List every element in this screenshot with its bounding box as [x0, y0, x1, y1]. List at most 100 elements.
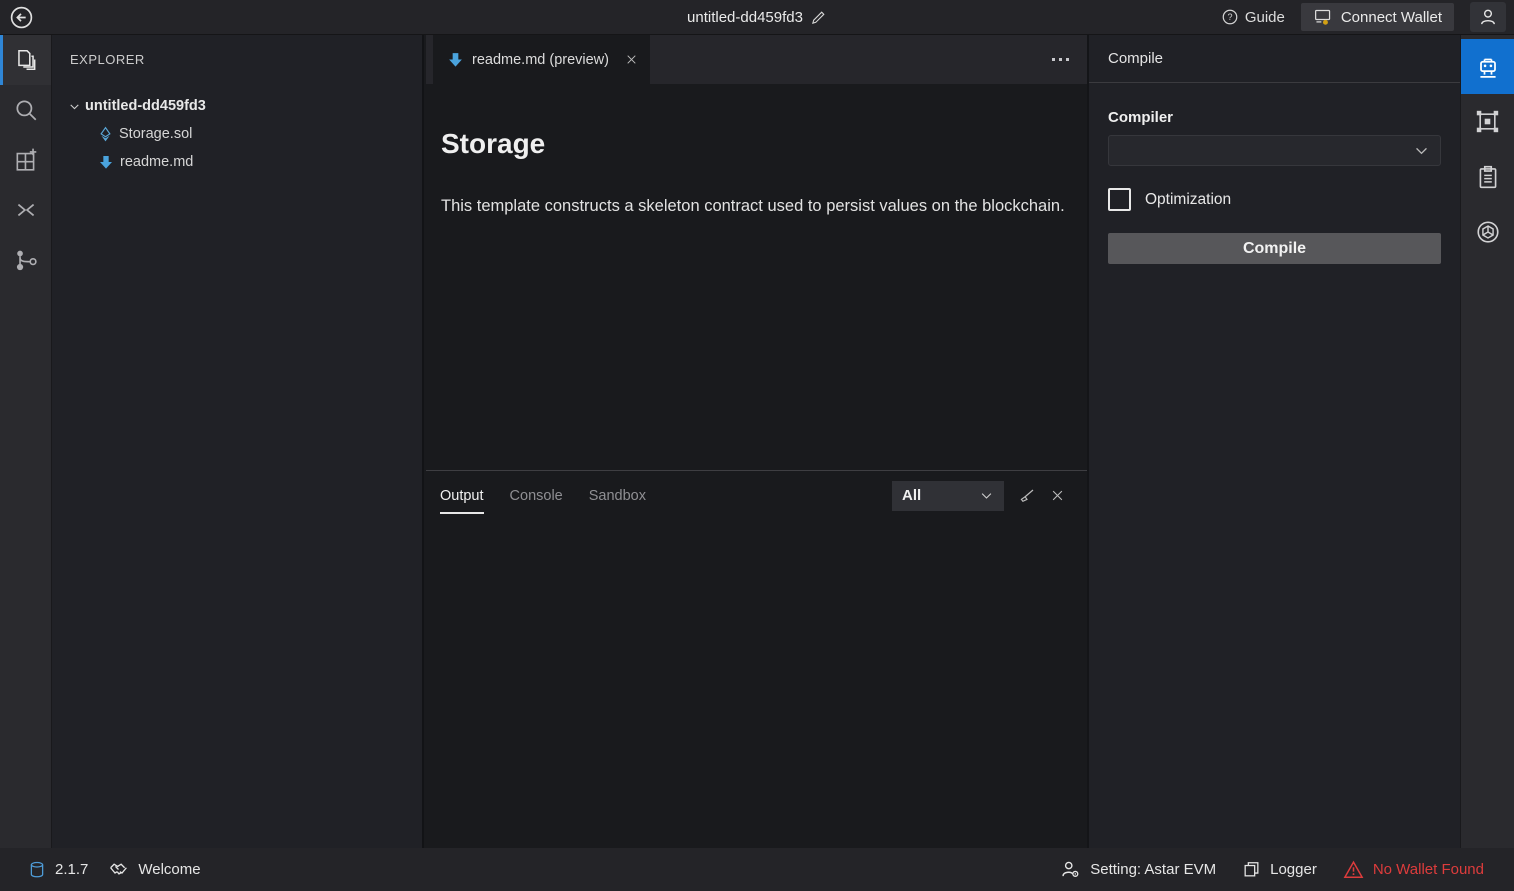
database-icon [28, 860, 46, 880]
bottom-panel-tabs: Output Console Sandbox All [426, 471, 1087, 520]
version-item: 2.1.7 [28, 860, 88, 880]
connect-wallet-button[interactable]: Connect Wallet [1301, 3, 1454, 31]
panel-tab-sandbox[interactable]: Sandbox [589, 471, 646, 520]
compiler-label: Compiler [1108, 109, 1441, 126]
close-icon [1050, 488, 1065, 503]
openai-icon [1475, 219, 1501, 245]
clipboard-icon [1475, 164, 1501, 190]
panel-tab-output[interactable]: Output [440, 471, 484, 520]
file-tree: untitled-dd459fd3 Storage.sol readme.md [52, 84, 422, 176]
optimization-label: Optimization [1145, 191, 1231, 209]
file-name: readme.md [120, 154, 193, 170]
guide-button[interactable]: ? Guide [1221, 8, 1285, 26]
status-bar: 2.1.7 Welcome Setting: Astar EVM Logger … [0, 848, 1514, 891]
chevron-down-icon [66, 100, 82, 113]
topbar-right: ? Guide Connect Wallet [1221, 2, 1506, 32]
activity-item-plugins[interactable] [0, 135, 51, 185]
statusbar-left: 2.1.7 Welcome [28, 859, 201, 880]
ports-icon [13, 197, 39, 223]
activity-item-audit[interactable] [1461, 149, 1514, 204]
logger-copy-icon [1242, 860, 1261, 879]
markdown-preview: Storage This template constructs a skele… [426, 84, 1087, 470]
robot-compiler-icon [1474, 53, 1502, 81]
tree-file-readme[interactable]: readme.md [52, 148, 422, 176]
activity-item-deploy[interactable] [1461, 94, 1514, 149]
deploy-icon [1474, 108, 1501, 135]
compiler-version-select[interactable] [1108, 135, 1441, 166]
panel-controls: All [892, 481, 1065, 511]
panel-tab-console[interactable]: Console [510, 471, 563, 520]
plugins-icon [13, 147, 39, 173]
activity-item-search[interactable] [0, 85, 51, 135]
editor-more-actions-button[interactable] [1052, 35, 1069, 84]
back-button[interactable] [0, 5, 42, 30]
optimization-checkbox[interactable] [1108, 188, 1131, 211]
activity-item-ai[interactable] [1461, 204, 1514, 259]
search-icon [13, 97, 39, 123]
compile-button[interactable]: Compile [1108, 233, 1441, 264]
no-wallet-status: No Wallet Found [1343, 860, 1484, 879]
svg-text:?: ? [1227, 12, 1232, 22]
back-arrow-icon [9, 5, 34, 30]
explorer-sidebar: EXPLORER untitled-dd459fd3 Storage.sol r… [52, 35, 424, 848]
version-label: 2.1.7 [55, 861, 88, 878]
top-bar: untitled-dd459fd3 ? Guide Connect Wallet [0, 0, 1514, 35]
output-filter-select[interactable]: All [892, 481, 1004, 511]
rename-pencil-icon[interactable] [810, 9, 827, 26]
chevron-down-icon [979, 488, 994, 503]
filter-value: All [902, 487, 921, 504]
panel-output-content [426, 520, 1087, 848]
welcome-label: Welcome [138, 861, 200, 878]
markdown-arrow-icon [98, 154, 114, 170]
chevron-down-icon [1413, 142, 1430, 159]
statusbar-right: Setting: Astar EVM Logger No Wallet Foun… [1060, 859, 1484, 880]
right-activity-bar [1460, 35, 1514, 848]
logger-label: Logger [1270, 861, 1317, 878]
account-avatar-button[interactable] [1470, 2, 1506, 32]
optimization-row: Optimization [1108, 188, 1441, 211]
compile-panel-body: Compiler Optimization Compile [1089, 83, 1460, 264]
ethereum-icon [98, 126, 113, 143]
folder-name: untitled-dd459fd3 [85, 98, 206, 114]
logger-item[interactable]: Logger [1242, 860, 1317, 879]
warning-triangle-icon [1343, 860, 1364, 879]
chainide-app: untitled-dd459fd3 ? Guide Connect Wallet [0, 0, 1514, 891]
tree-file-storage[interactable]: Storage.sol [52, 120, 422, 148]
compile-panel: Compile Compiler Optimization Compile [1089, 35, 1460, 848]
tree-folder-row[interactable]: untitled-dd459fd3 [52, 92, 422, 120]
activity-item-explorer[interactable] [0, 35, 51, 85]
file-name: Storage.sol [119, 126, 192, 142]
question-circle-icon: ? [1221, 8, 1239, 26]
person-icon [1478, 7, 1498, 27]
tab-label: readme.md (preview) [472, 52, 609, 68]
files-icon [13, 47, 39, 73]
tab-readme-preview[interactable]: readme.md (preview) [433, 35, 650, 84]
git-graph-icon [13, 247, 39, 273]
person-gear-icon [1060, 859, 1081, 880]
guide-label: Guide [1245, 9, 1285, 26]
bottom-panel: Output Console Sandbox All [426, 470, 1087, 847]
activity-item-ports[interactable] [0, 185, 51, 235]
project-title: untitled-dd459fd3 [687, 9, 803, 26]
activity-item-compiler[interactable] [1461, 39, 1514, 94]
clear-broom-icon [1018, 487, 1036, 505]
left-activity-bar [0, 35, 52, 848]
markdown-arrow-icon [447, 51, 464, 68]
clear-output-button[interactable] [1018, 487, 1036, 505]
preview-heading: Storage [441, 128, 1067, 160]
chain-setting-label: Setting: Astar EVM [1090, 861, 1216, 878]
tab-close-icon[interactable] [625, 53, 638, 66]
editor-tabstrip: readme.md (preview) [426, 35, 1087, 84]
editor-column: readme.md (preview) Storage This templat… [426, 35, 1089, 848]
chain-setting-item[interactable]: Setting: Astar EVM [1060, 859, 1216, 880]
welcome-item[interactable]: Welcome [108, 859, 200, 880]
connect-wallet-label: Connect Wallet [1341, 9, 1442, 26]
preview-paragraph: This template constructs a skeleton cont… [441, 190, 1066, 222]
handshake-icon [108, 859, 129, 880]
compile-panel-header: Compile [1089, 35, 1460, 83]
panel-close-button[interactable] [1050, 488, 1065, 503]
explorer-header: EXPLORER [52, 35, 422, 84]
no-wallet-label: No Wallet Found [1373, 861, 1484, 878]
wallet-icon [1313, 8, 1333, 26]
activity-item-git[interactable] [0, 235, 51, 285]
